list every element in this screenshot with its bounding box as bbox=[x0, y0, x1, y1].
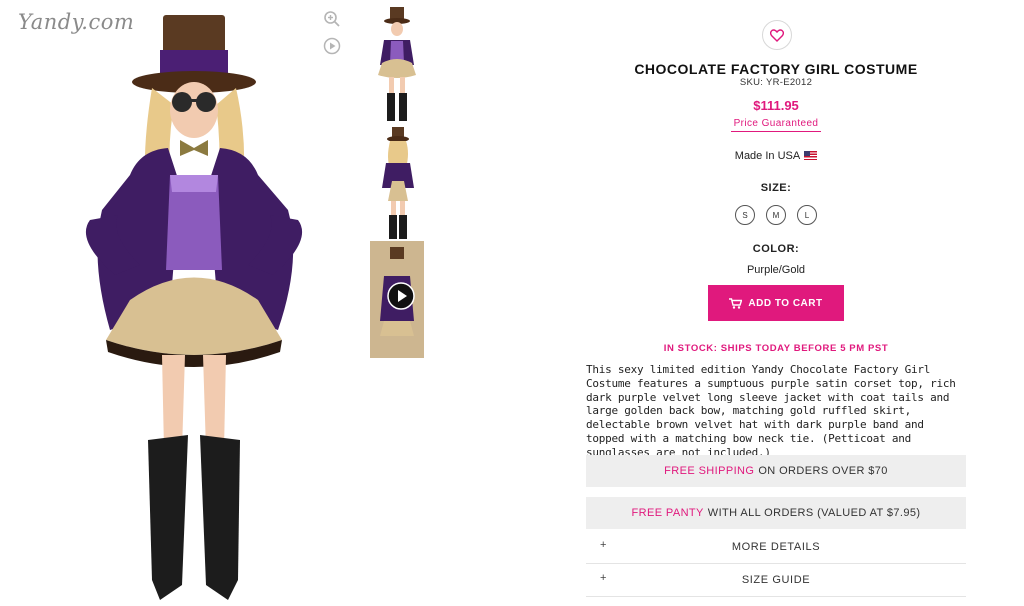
size-options: S M L bbox=[735, 205, 817, 225]
promo-highlight: FREE PANTY bbox=[631, 507, 704, 519]
size-option-m[interactable]: M bbox=[766, 205, 786, 225]
product-price: $111.95 bbox=[753, 98, 799, 113]
more-details-accordion[interactable]: + MORE DETAILS bbox=[586, 530, 966, 564]
us-flag-icon bbox=[804, 151, 818, 160]
plus-icon: + bbox=[600, 539, 608, 551]
color-value: Purple/Gold bbox=[746, 264, 806, 276]
size-option-l[interactable]: L bbox=[797, 205, 817, 225]
accordion-label: SIZE GUIDE bbox=[741, 573, 811, 586]
promo-text: ON ORDERS OVER $70 bbox=[758, 465, 888, 477]
size-guide-accordion[interactable]: + SIZE GUIDE bbox=[586, 563, 966, 597]
zoom-in-icon[interactable] bbox=[323, 10, 341, 28]
stock-status: IN STOCK: SHIPS TODAY BEFORE 5 PM PST bbox=[663, 343, 889, 354]
heart-icon bbox=[770, 28, 784, 42]
size-option-s[interactable]: S bbox=[735, 205, 755, 225]
thumbnail-video[interactable] bbox=[370, 241, 424, 358]
play-icon[interactable] bbox=[323, 37, 341, 55]
product-title: CHOCOLATE FACTORY GIRL COSTUME bbox=[634, 61, 918, 77]
wishlist-button[interactable] bbox=[762, 20, 792, 50]
video-play-icon[interactable] bbox=[387, 282, 415, 310]
product-description: This sexy limited edition Yandy Chocolat… bbox=[586, 363, 956, 459]
product-sku: SKU: YR-E2012 bbox=[739, 77, 813, 88]
promo-highlight: FREE SHIPPING bbox=[664, 465, 755, 477]
size-label: SIZE: bbox=[760, 182, 792, 194]
add-to-cart-label: ADD TO CART bbox=[748, 297, 823, 309]
thumbnail-back[interactable] bbox=[370, 123, 424, 240]
made-in-label: Made In USA bbox=[734, 150, 801, 162]
free-panty-banner: FREE PANTY WITH ALL ORDERS (VALUED AT $7… bbox=[586, 497, 966, 529]
promo-text: WITH ALL ORDERS (VALUED AT $7.95) bbox=[707, 507, 921, 519]
color-label: COLOR: bbox=[752, 243, 800, 255]
add-to-cart-button[interactable]: ADD TO CART bbox=[708, 285, 844, 321]
cart-icon bbox=[729, 297, 743, 309]
thumbnail-list bbox=[370, 5, 424, 359]
accordion-label: MORE DETAILS bbox=[731, 540, 821, 553]
main-product-image[interactable] bbox=[70, 10, 320, 606]
thumbnail-front[interactable] bbox=[370, 5, 424, 122]
free-shipping-banner: FREE SHIPPING ON ORDERS OVER $70 bbox=[586, 455, 966, 487]
made-in-usa: Made In USA bbox=[586, 150, 966, 162]
plus-icon: + bbox=[600, 572, 608, 584]
price-guarantee-link[interactable]: Price Guaranteed bbox=[731, 118, 821, 132]
